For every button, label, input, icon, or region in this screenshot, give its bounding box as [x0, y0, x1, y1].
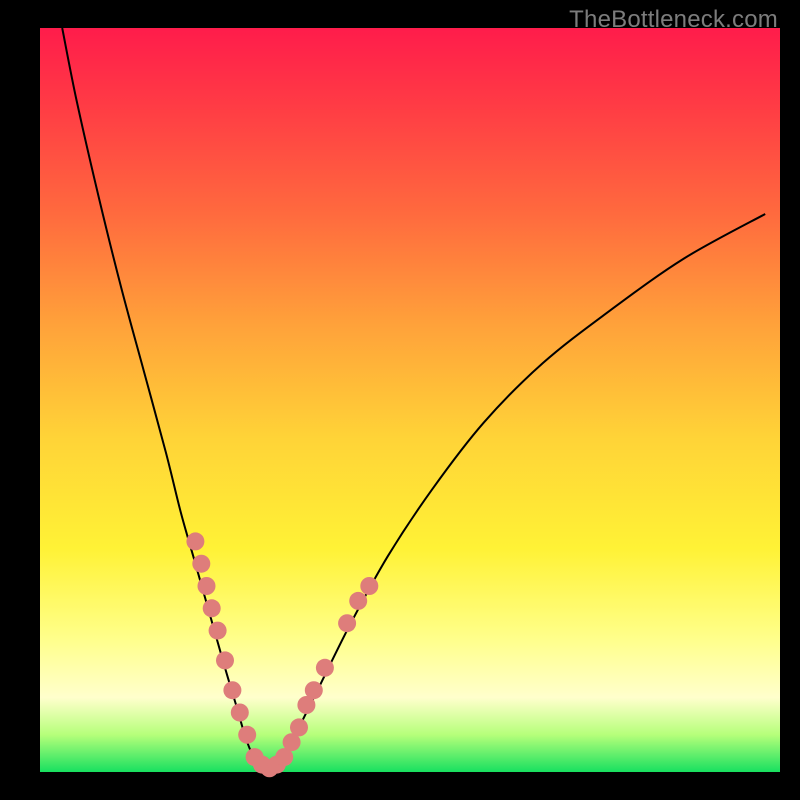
data-point [223, 681, 241, 699]
data-point [305, 681, 323, 699]
data-point [231, 704, 249, 722]
data-point [238, 726, 256, 744]
data-point [316, 659, 334, 677]
data-point [198, 577, 216, 595]
data-point [186, 532, 204, 550]
data-point [290, 718, 308, 736]
data-point [192, 555, 210, 573]
chart-overlay [40, 28, 780, 772]
plot-area [40, 28, 780, 772]
data-point [338, 614, 356, 632]
chart-frame: TheBottleneck.com [0, 0, 800, 800]
data-point [349, 592, 367, 610]
bottleneck-curve [62, 28, 765, 769]
data-point [360, 577, 378, 595]
data-points [186, 532, 378, 777]
data-point [203, 599, 221, 617]
data-point [216, 651, 234, 669]
data-point [209, 622, 227, 640]
